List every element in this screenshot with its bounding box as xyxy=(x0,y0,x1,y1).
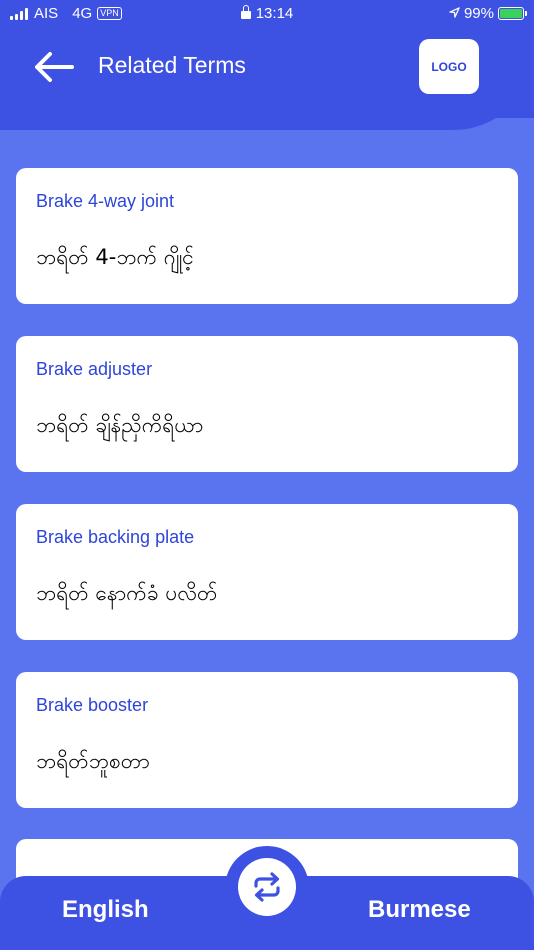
term-english: Brake 4-way joint xyxy=(36,191,175,211)
source-language-button[interactable]: English xyxy=(62,896,149,924)
term-card[interactable]: Brake adjuster ဘရိတ် ချိန်ညှိကိရိယာ xyxy=(16,336,518,472)
logo-text: LOGO xyxy=(431,59,467,74)
term-burmese: ဘရိတ်ဘူစတာ xyxy=(36,749,150,773)
term-burmese: ဘရိတ် နောက်ခံ ပလိတ် xyxy=(36,581,218,605)
term-english: Brake adjuster xyxy=(36,359,153,379)
term-english: Brake backing plate xyxy=(36,527,195,547)
status-bar: AIS 4G VPN 13:14 99% xyxy=(0,0,534,28)
term-burmese: ဘရိတ် 4-ဘက် ဂျိုင့် xyxy=(36,245,194,269)
app-logo: LOGO xyxy=(419,39,479,94)
term-english: Brake booster xyxy=(36,695,149,715)
term-card[interactable]: Brake booster ဘရိတ်ဘူစတာ xyxy=(16,672,518,808)
term-card[interactable]: Brake backing plate ဘရိတ် နောက်ခံ ပလိတ် xyxy=(16,504,518,640)
battery-percent: 99% xyxy=(463,5,494,22)
page-title: Related Terms xyxy=(98,52,246,78)
terms-list: Brake 4-way joint ဘရိတ် 4-ဘက် ဂျိုင့် Br… xyxy=(16,168,518,840)
lock-icon xyxy=(240,5,251,19)
target-language-button[interactable]: Burmese xyxy=(368,896,471,924)
term-card[interactable]: Brake 4-way joint ဘရိတ် 4-ဘက် ဂျိုင့် xyxy=(16,168,518,304)
term-burmese: ဘရိတ် ချိန်ညှိကိရိယာ xyxy=(36,413,204,437)
location-icon xyxy=(449,6,460,21)
battery-icon xyxy=(498,7,527,20)
back-button[interactable] xyxy=(30,48,78,86)
swap-icon xyxy=(254,872,280,902)
arrow-left-icon xyxy=(35,52,74,82)
clock-time: 13:14 xyxy=(255,5,294,22)
swap-language-button[interactable] xyxy=(238,858,296,916)
